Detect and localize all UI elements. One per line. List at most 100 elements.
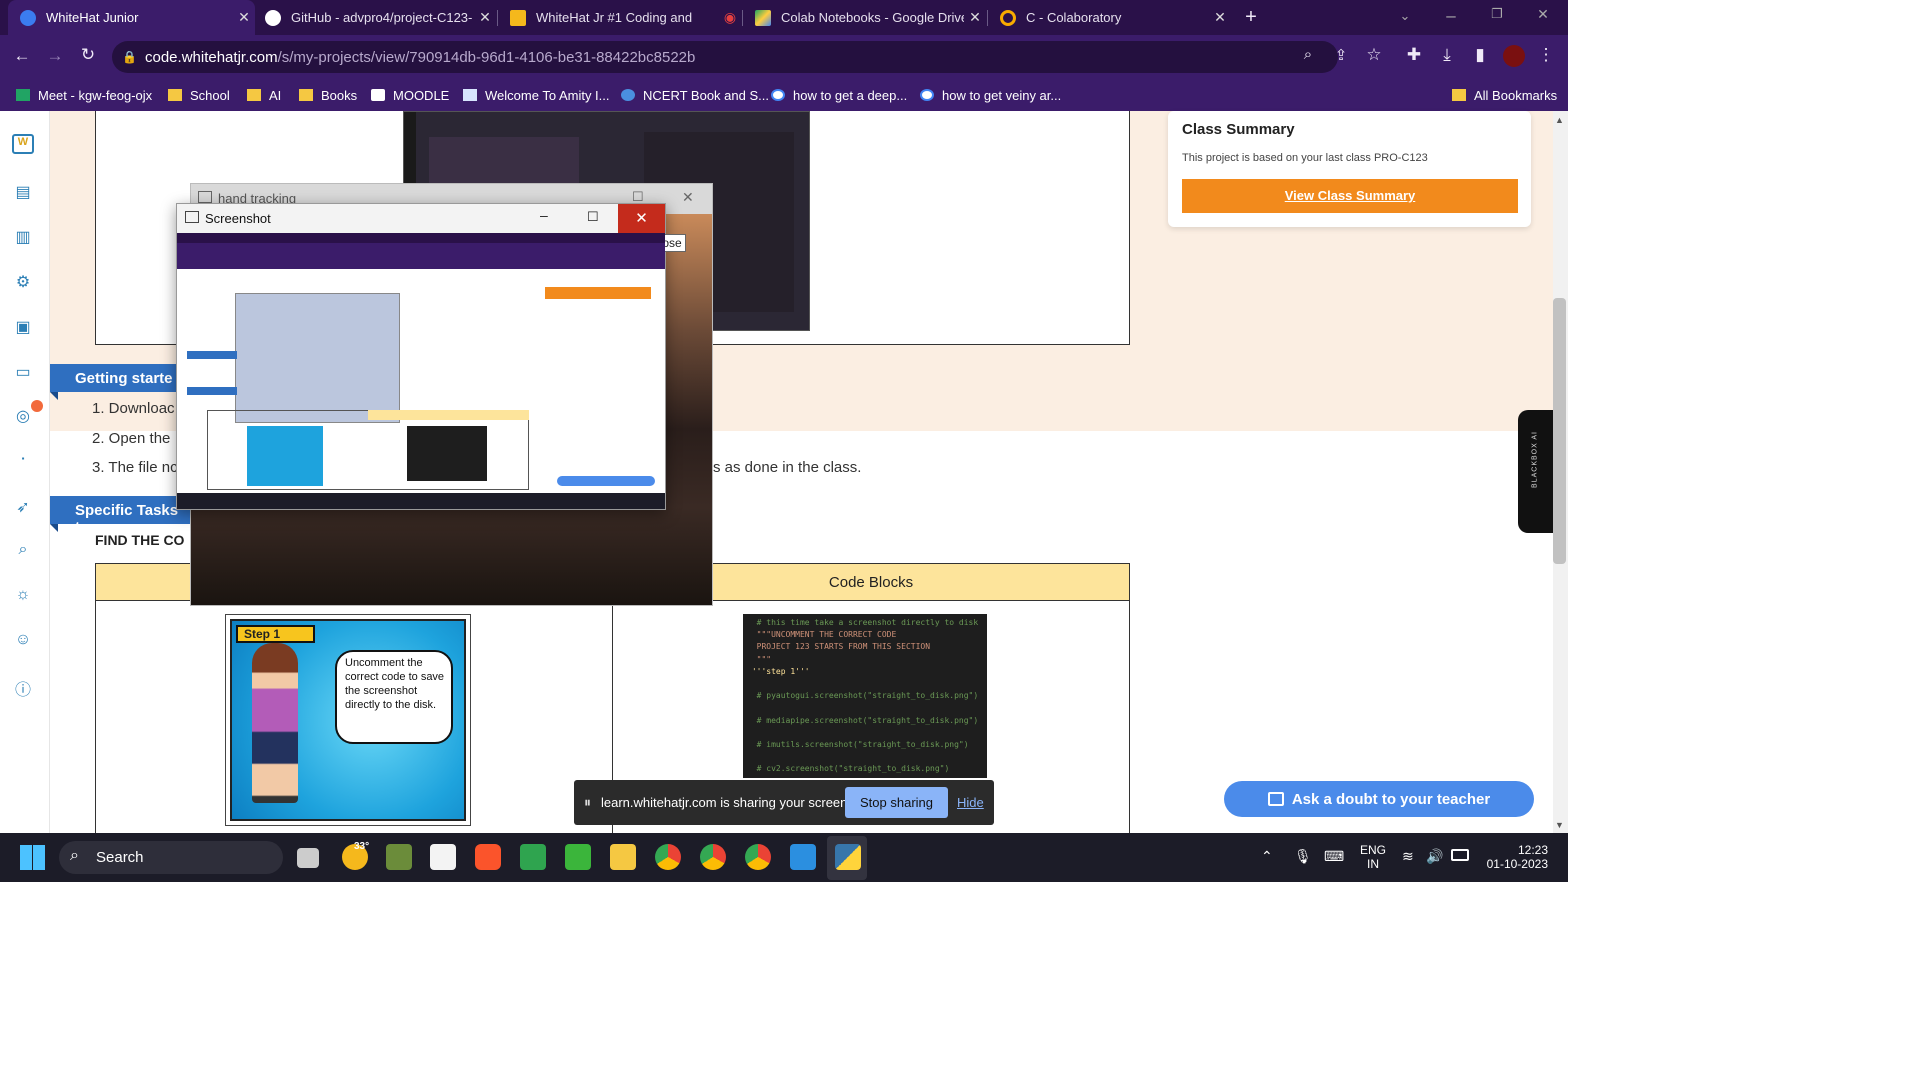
close-tab-icon[interactable]: ✕ — [1209, 9, 1231, 26]
step-card-illustration — [230, 619, 466, 821]
bookmark-label: how to get a deep... — [793, 87, 908, 103]
language-code: ENG — [1360, 843, 1387, 857]
tab-whitehat-coding[interactable]: WhiteHat Jr #1 Coding and ◉ — [498, 0, 741, 35]
view-class-summary-button[interactable]: View Class Summary — [1182, 179, 1518, 213]
bookmark-ncert[interactable]: NCERT Book and S... — [621, 84, 769, 106]
battery-icon[interactable] — [1451, 849, 1469, 861]
info-icon[interactable]: ⓘ — [12, 676, 34, 699]
chrome-profile-1-icon[interactable] — [655, 844, 681, 870]
close-tab-icon[interactable]: ✕ — [964, 9, 986, 26]
google-icon — [771, 89, 785, 101]
maximize-button[interactable]: ❐ — [1484, 6, 1510, 22]
bookmark-label: Meet - kgw-feog-ojx — [38, 87, 153, 103]
screenshot-title: Screenshot — [205, 211, 271, 226]
side-panel-icon[interactable]: ▮ — [1467, 45, 1493, 65]
url-path: /s/my-projects/view/790914db-96d1-4106-b… — [277, 49, 696, 66]
screenshot-minimize-button[interactable]: – — [540, 207, 548, 223]
ask-doubt-button[interactable]: Ask a doubt to your teacher — [1224, 781, 1534, 817]
tab-colaboratory[interactable]: C - Colaboratory ✕ — [988, 0, 1231, 35]
getting-started-item-3-tail: s as done in the class. — [713, 459, 862, 476]
projects-icon[interactable]: ⚙ — [12, 272, 34, 292]
minecraft-grass-icon[interactable] — [386, 844, 412, 870]
rocket-icon[interactable]: ➶ — [12, 497, 34, 517]
search-icon: ⌕ — [70, 847, 79, 864]
profile-avatar[interactable] — [1503, 45, 1525, 67]
document-icon[interactable]: ▭ — [12, 362, 34, 382]
stop-sharing-button[interactable]: Stop sharing — [845, 787, 948, 818]
find-the-code-label: FIND THE CO — [95, 532, 185, 548]
teacher-figure — [252, 643, 298, 803]
vscode-icon[interactable] — [790, 844, 816, 870]
bookmark-moodle[interactable]: MOODLE — [371, 84, 449, 106]
notification-dot — [31, 400, 43, 412]
url-text[interactable]: code.whitehatjr.com/s/my-projects/view/7… — [145, 49, 695, 66]
clock[interactable]: 12:23 01-10-2023 — [1480, 843, 1548, 871]
certificate-icon[interactable]: ▣ — [12, 317, 34, 337]
new-tab-button[interactable]: + — [1238, 6, 1264, 29]
tray-chevron-icon[interactable]: ⌃ — [1261, 848, 1273, 865]
bookmark-google-2[interactable]: how to get veiny ar... — [920, 84, 1061, 106]
back-icon[interactable]: ← — [9, 46, 35, 66]
volume-icon[interactable]: 🔊 — [1426, 848, 1443, 865]
forward-icon[interactable]: → — [42, 46, 68, 66]
screenshot-close-button[interactable]: ✕ — [618, 204, 665, 233]
whitehat-logo-icon[interactable]: W — [12, 134, 34, 154]
bookmark-google-1[interactable]: how to get a deep... — [771, 84, 907, 106]
calendar-icon[interactable]: ▤ — [12, 182, 34, 202]
search-doc-icon[interactable]: ⌕ — [12, 541, 34, 561]
hide-sharing-link[interactable]: Hide — [957, 795, 984, 810]
window-close-button[interactable]: ✕ — [1530, 6, 1556, 23]
menu-icon[interactable]: ⋮ — [1533, 45, 1559, 65]
bookmark-amity[interactable]: Welcome To Amity I... — [463, 84, 610, 106]
xbox-app-icon[interactable] — [520, 844, 546, 870]
minimize-button[interactable]: – — [1438, 6, 1464, 26]
scroll-down-arrow-icon[interactable]: ▼ — [1555, 820, 1564, 830]
wifi-icon[interactable]: ≋ — [1402, 848, 1414, 865]
download-icon[interactable]: ⤓ — [1434, 45, 1460, 65]
quiz-icon[interactable]: ◎ — [12, 406, 34, 426]
extensions-icon[interactable]: ✚ — [1401, 45, 1427, 65]
zoom-icon[interactable]: ⌕ — [1295, 46, 1321, 63]
bookmark-meet[interactable]: Meet - kgw-feog-ojx — [16, 84, 152, 106]
tab-title: Colab Notebooks - Google Drive — [781, 10, 964, 25]
task-view-icon[interactable] — [297, 848, 319, 868]
ask-doubt-label: Ask a doubt to your teacher — [1291, 790, 1491, 808]
tab-title: WhiteHat Junior — [46, 10, 139, 25]
bookmark-books[interactable]: Books — [299, 84, 357, 106]
chrome-profile-3-icon[interactable] — [745, 844, 771, 870]
scroll-up-arrow-icon[interactable]: ▲ — [1555, 115, 1564, 125]
tab-search-icon[interactable]: ⌄ — [1392, 8, 1418, 24]
file-explorer-icon[interactable] — [610, 844, 636, 870]
dot-icon[interactable]: ▪ — [12, 454, 34, 474]
tab-github[interactable]: GitHub - advpro4/project-C123- ✕ — [253, 0, 496, 35]
book-icon[interactable]: ▥ — [12, 227, 34, 247]
all-bookmarks[interactable]: All Bookmarks — [1452, 84, 1557, 106]
profile-icon[interactable]: ☺ — [12, 631, 34, 651]
tab-whitehat-junior[interactable]: WhiteHat Junior ✕ — [8, 0, 255, 35]
reload-icon[interactable]: ↻ — [75, 45, 101, 65]
close-tab-icon[interactable]: ✕ — [233, 9, 255, 26]
hand-close-button[interactable]: ✕ — [682, 189, 694, 206]
keyboard-icon[interactable]: ⌨ — [1324, 848, 1344, 865]
taskbar-search-box[interactable] — [59, 841, 283, 874]
brave-icon[interactable] — [475, 844, 501, 870]
bulb-icon[interactable]: ☼ — [12, 586, 34, 606]
screenshot-maximize-button[interactable]: ☐ — [587, 209, 599, 225]
ms-store-icon[interactable] — [430, 844, 456, 870]
minecraft-icon[interactable] — [565, 844, 591, 870]
bookmark-star-icon[interactable]: ☆ — [1361, 45, 1387, 65]
microphone-icon[interactable]: 🎙 — [1294, 848, 1312, 865]
python-icon[interactable] — [835, 844, 861, 870]
windows-start-icon[interactable] — [20, 845, 45, 870]
language-indicator[interactable]: ENG IN — [1360, 843, 1386, 871]
chrome-profile-2-icon[interactable] — [700, 844, 726, 870]
lock-icon: 🔒 — [122, 50, 137, 64]
code-line: # mediapipe.screenshot("straight_to_disk… — [747, 715, 979, 725]
close-tab-icon[interactable]: ✕ — [474, 9, 496, 26]
scrollbar-thumb[interactable] — [1553, 298, 1566, 564]
bookmark-school[interactable]: School — [168, 84, 230, 106]
step-badge: Step 1 — [236, 625, 315, 643]
bookmark-ai[interactable]: AI — [247, 84, 281, 106]
tab-colab-drive[interactable]: Colab Notebooks - Google Drive ✕ — [743, 0, 986, 35]
share-icon[interactable]: ⇪ — [1328, 46, 1354, 64]
